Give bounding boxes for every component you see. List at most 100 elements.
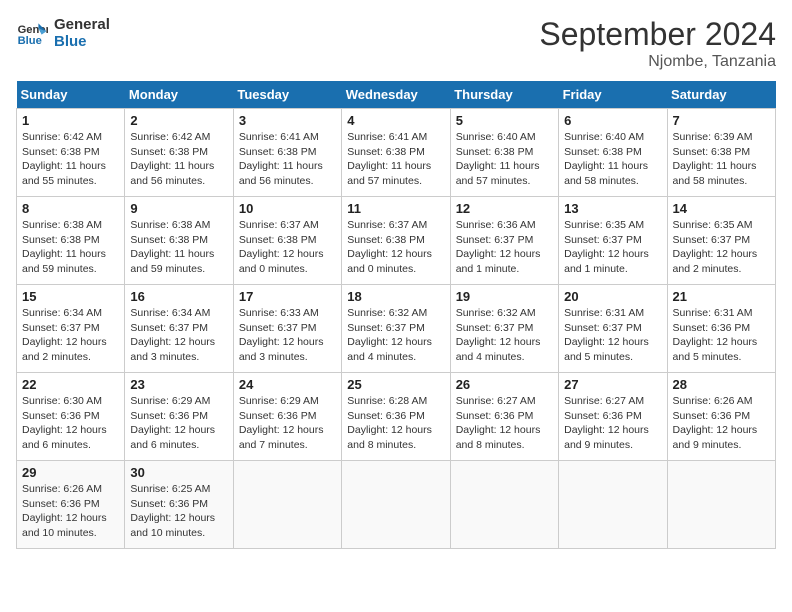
day-cell-21: 21Sunrise: 6:31 AMSunset: 6:36 PMDayligh… bbox=[667, 285, 775, 373]
day-number: 27 bbox=[564, 377, 661, 392]
day-info: Sunrise: 6:40 AMSunset: 6:38 PMDaylight:… bbox=[564, 130, 661, 189]
day-number: 24 bbox=[239, 377, 336, 392]
day-info: Sunrise: 6:35 AMSunset: 6:37 PMDaylight:… bbox=[673, 218, 770, 277]
day-cell-5: 5 Sunrise: 6:40 AMSunset: 6:38 PMDaylight… bbox=[450, 109, 558, 197]
day-info: Sunrise: 6:35 AMSunset: 6:37 PMDaylight:… bbox=[564, 218, 661, 277]
day-number: 5 bbox=[456, 113, 553, 128]
day-info: Sunrise: 6:36 AMSunset: 6:37 PMDaylight:… bbox=[456, 218, 553, 277]
day-info: Sunrise: 6:26 AMSunset: 6:36 PMDaylight:… bbox=[22, 482, 119, 541]
day-number: 26 bbox=[456, 377, 553, 392]
day-info: Sunrise: 6:41 AMSunset: 6:38 PMDaylight:… bbox=[347, 130, 444, 189]
month-title: September 2024 bbox=[539, 16, 776, 53]
day-info: Sunrise: 6:29 AMSunset: 6:36 PMDaylight:… bbox=[239, 394, 336, 453]
day-number: 6 bbox=[564, 113, 661, 128]
day-number: 23 bbox=[130, 377, 227, 392]
day-number: 17 bbox=[239, 289, 336, 304]
empty-cell bbox=[559, 461, 667, 549]
day-cell-28: 28Sunrise: 6:26 AMSunset: 6:36 PMDayligh… bbox=[667, 373, 775, 461]
day-cell-10: 10 Sunrise: 6:37 AMSunset: 6:38 PMDayligh… bbox=[233, 197, 341, 285]
day-number: 14 bbox=[673, 201, 770, 216]
weekday-header-wednesday: Wednesday bbox=[342, 81, 450, 109]
weekday-header-thursday: Thursday bbox=[450, 81, 558, 109]
day-number: 30 bbox=[130, 465, 227, 480]
day-cell-18: 18Sunrise: 6:32 AMSunset: 6:37 PMDayligh… bbox=[342, 285, 450, 373]
day-number: 15 bbox=[22, 289, 119, 304]
weekday-header-row: SundayMondayTuesdayWednesdayThursdayFrid… bbox=[17, 81, 776, 109]
header: General Blue General Blue September 2024… bbox=[16, 16, 776, 71]
day-cell-23: 23 Sunrise: 6:29 AMSunset: 6:36 PMDayligh… bbox=[125, 373, 233, 461]
weekday-header-monday: Monday bbox=[125, 81, 233, 109]
day-number: 7 bbox=[673, 113, 770, 128]
day-info: Sunrise: 6:42 AMSunset: 6:38 PMDaylight:… bbox=[22, 130, 119, 189]
day-info: Sunrise: 6:37 AMSunset: 6:38 PMDaylight:… bbox=[239, 218, 336, 277]
day-cell-8: 8Sunrise: 6:38 AMSunset: 6:38 PMDaylight… bbox=[17, 197, 125, 285]
day-info: Sunrise: 6:29 AMSunset: 6:36 PMDaylight:… bbox=[130, 394, 227, 453]
day-number: 29 bbox=[22, 465, 119, 480]
day-info: Sunrise: 6:30 AMSunset: 6:36 PMDaylight:… bbox=[22, 394, 119, 453]
day-cell-11: 11 Sunrise: 6:37 AMSunset: 6:38 PMDayligh… bbox=[342, 197, 450, 285]
empty-cell bbox=[667, 461, 775, 549]
day-info: Sunrise: 6:27 AMSunset: 6:36 PMDaylight:… bbox=[456, 394, 553, 453]
day-info: Sunrise: 6:34 AMSunset: 6:37 PMDaylight:… bbox=[22, 306, 119, 365]
empty-cell bbox=[233, 461, 341, 549]
day-number: 25 bbox=[347, 377, 444, 392]
day-info: Sunrise: 6:38 AMSunset: 6:38 PMDaylight:… bbox=[22, 218, 119, 277]
day-info: Sunrise: 6:41 AMSunset: 6:38 PMDaylight:… bbox=[239, 130, 336, 189]
day-number: 19 bbox=[456, 289, 553, 304]
week-row-3: 15 Sunrise: 6:34 AMSunset: 6:37 PMDayligh… bbox=[17, 285, 776, 373]
day-cell-24: 24 Sunrise: 6:29 AMSunset: 6:36 PMDayligh… bbox=[233, 373, 341, 461]
day-number: 1 bbox=[22, 113, 119, 128]
logo: General Blue General Blue bbox=[16, 16, 110, 50]
weekday-header-saturday: Saturday bbox=[667, 81, 775, 109]
logo-blue: Blue bbox=[54, 33, 110, 50]
day-cell-13: 13 Sunrise: 6:35 AMSunset: 6:37 PMDayligh… bbox=[559, 197, 667, 285]
day-cell-17: 17Sunrise: 6:33 AMSunset: 6:37 PMDayligh… bbox=[233, 285, 341, 373]
empty-cell bbox=[342, 461, 450, 549]
day-cell-25: 25 Sunrise: 6:28 AMSunset: 6:36 PMDayligh… bbox=[342, 373, 450, 461]
calendar-table: SundayMondayTuesdayWednesdayThursdayFrid… bbox=[16, 81, 776, 549]
week-row-5: 29 Sunrise: 6:26 AMSunset: 6:36 PMDayligh… bbox=[17, 461, 776, 549]
day-info: Sunrise: 6:27 AMSunset: 6:36 PMDaylight:… bbox=[564, 394, 661, 453]
day-number: 10 bbox=[239, 201, 336, 216]
day-cell-30: 30Sunrise: 6:25 AMSunset: 6:36 PMDayligh… bbox=[125, 461, 233, 549]
day-number: 2 bbox=[130, 113, 227, 128]
day-number: 9 bbox=[130, 201, 227, 216]
day-cell-29: 29 Sunrise: 6:26 AMSunset: 6:36 PMDayligh… bbox=[17, 461, 125, 549]
day-number: 12 bbox=[456, 201, 553, 216]
day-number: 11 bbox=[347, 201, 444, 216]
day-cell-15: 15 Sunrise: 6:34 AMSunset: 6:37 PMDayligh… bbox=[17, 285, 125, 373]
day-cell-2: 2Sunrise: 6:42 AMSunset: 6:38 PMDaylight… bbox=[125, 109, 233, 197]
title-area: September 2024 Njombe, Tanzania bbox=[539, 16, 776, 71]
week-row-1: 1 Sunrise: 6:42 AMSunset: 6:38 PMDaylight… bbox=[17, 109, 776, 197]
week-row-2: 8Sunrise: 6:38 AMSunset: 6:38 PMDaylight… bbox=[17, 197, 776, 285]
day-info: Sunrise: 6:34 AMSunset: 6:37 PMDaylight:… bbox=[130, 306, 227, 365]
day-info: Sunrise: 6:28 AMSunset: 6:36 PMDaylight:… bbox=[347, 394, 444, 453]
day-cell-1: 1 Sunrise: 6:42 AMSunset: 6:38 PMDaylight… bbox=[17, 109, 125, 197]
day-number: 18 bbox=[347, 289, 444, 304]
day-cell-3: 3 Sunrise: 6:41 AMSunset: 6:38 PMDaylight… bbox=[233, 109, 341, 197]
weekday-header-tuesday: Tuesday bbox=[233, 81, 341, 109]
week-row-4: 22 Sunrise: 6:30 AMSunset: 6:36 PMDayligh… bbox=[17, 373, 776, 461]
day-info: Sunrise: 6:32 AMSunset: 6:37 PMDaylight:… bbox=[456, 306, 553, 365]
day-info: Sunrise: 6:40 AMSunset: 6:38 PMDaylight:… bbox=[456, 130, 553, 189]
day-info: Sunrise: 6:38 AMSunset: 6:38 PMDaylight:… bbox=[130, 218, 227, 277]
day-cell-22: 22 Sunrise: 6:30 AMSunset: 6:36 PMDayligh… bbox=[17, 373, 125, 461]
day-cell-16: 16Sunrise: 6:34 AMSunset: 6:37 PMDayligh… bbox=[125, 285, 233, 373]
day-info: Sunrise: 6:31 AMSunset: 6:36 PMDaylight:… bbox=[673, 306, 770, 365]
weekday-header-sunday: Sunday bbox=[17, 81, 125, 109]
day-number: 28 bbox=[673, 377, 770, 392]
weekday-header-friday: Friday bbox=[559, 81, 667, 109]
day-info: Sunrise: 6:39 AMSunset: 6:38 PMDaylight:… bbox=[673, 130, 770, 189]
day-number: 22 bbox=[22, 377, 119, 392]
day-info: Sunrise: 6:37 AMSunset: 6:38 PMDaylight:… bbox=[347, 218, 444, 277]
day-info: Sunrise: 6:31 AMSunset: 6:37 PMDaylight:… bbox=[564, 306, 661, 365]
location-title: Njombe, Tanzania bbox=[539, 53, 776, 71]
day-number: 4 bbox=[347, 113, 444, 128]
logo-general: General bbox=[54, 16, 110, 33]
svg-text:Blue: Blue bbox=[18, 35, 42, 47]
day-number: 3 bbox=[239, 113, 336, 128]
day-cell-14: 14 Sunrise: 6:35 AMSunset: 6:37 PMDayligh… bbox=[667, 197, 775, 285]
day-number: 13 bbox=[564, 201, 661, 216]
day-cell-9: 9 Sunrise: 6:38 AMSunset: 6:38 PMDaylight… bbox=[125, 197, 233, 285]
day-cell-7: 7 Sunrise: 6:39 AMSunset: 6:38 PMDaylight… bbox=[667, 109, 775, 197]
